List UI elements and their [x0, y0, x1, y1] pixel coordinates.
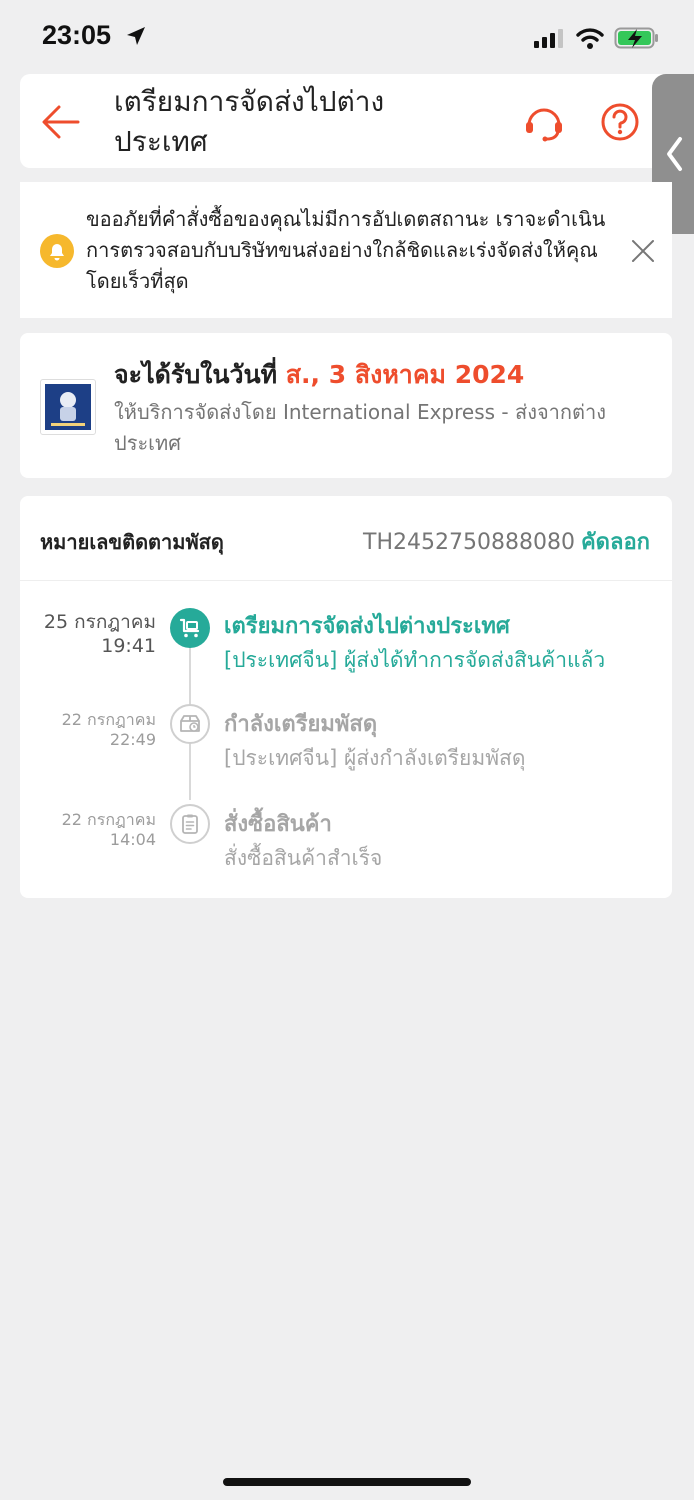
- notice-message: ขออภัยที่คำสั่งซื้อของคุณไม่มีการอัปเดตส…: [86, 207, 606, 293]
- delivery-date: ส., 3 สิงหาคม 2024: [285, 360, 525, 389]
- tracking-card: หมายเลขติดตามพัสดุ TH2452750888080 คัดลอก…: [20, 496, 672, 898]
- event-date: 25 กรกฎาคม: [43, 611, 156, 633]
- event-datetime: 25 กรกฎาคม 19:41: [44, 610, 156, 658]
- copy-button[interactable]: คัดลอก: [581, 530, 650, 555]
- event-date: 22 กรกฎาคม: [61, 810, 156, 829]
- shipping-service-text: ให้บริการจัดส่งโดย International Express…: [114, 400, 607, 455]
- chevron-left-icon: [667, 137, 682, 171]
- question-circle-icon: [601, 103, 639, 141]
- status-indicators: [534, 26, 660, 50]
- cart-icon: [170, 608, 210, 648]
- tracking-number-label: หมายเลขติดตามพัสดุ: [40, 530, 224, 554]
- event-time: 14:04: [109, 830, 156, 849]
- package-clock-icon: [170, 704, 210, 744]
- delivery-label: จะได้รับในวันที่: [114, 360, 286, 389]
- wifi-icon: [576, 28, 604, 49]
- event-description: [ประเทศจีน] ผู้ส่งได้ทำการจัดส่งสินค้าแล…: [224, 648, 606, 672]
- status-bar: 23:05: [0, 0, 694, 74]
- home-indicator[interactable]: [223, 1478, 471, 1486]
- close-notice-button[interactable]: [630, 238, 656, 264]
- event-title: สั่งซื้อสินค้า: [224, 812, 332, 837]
- header-bar: เตรียมการจัดส่งไปต่างประเทศ: [20, 74, 672, 168]
- delivery-date-line: จะได้รับในวันที่ ส., 3 สิงหาคม 2024: [114, 355, 524, 395]
- event-datetime: 22 กรกฎาคม 14:04: [62, 810, 156, 850]
- event-title: กำลังเตรียมพัสดุ: [224, 712, 378, 737]
- delivery-estimate-card: จะได้รับในวันที่ ส., 3 สิงหาคม 2024 ให้บ…: [20, 333, 672, 478]
- status-notice-banner: ขออภัยที่คำสั่งซื้อของคุณไม่มีการอัปเดตส…: [20, 182, 672, 318]
- cellular-signal-icon: [534, 29, 563, 48]
- help-button[interactable]: [598, 100, 642, 144]
- close-icon: [632, 240, 654, 262]
- battery-charging-icon: [614, 27, 658, 49]
- event-description: [ประเทศจีน] ผู้ส่งกำลังเตรียมพัสดุ: [224, 746, 526, 770]
- status-time: 23:05: [42, 20, 112, 50]
- bell-icon: [40, 234, 74, 268]
- customer-support-button[interactable]: [522, 100, 566, 144]
- location-arrow-icon: [124, 24, 148, 52]
- event-date: 22 กรกฎาคม: [61, 710, 156, 729]
- event-time: 19:41: [101, 635, 156, 657]
- tracking-number: TH2452750888080: [363, 530, 575, 555]
- page-title: เตรียมการจัดส่งไปต่างประเทศ: [114, 85, 385, 158]
- product-thumbnail[interactable]: [40, 379, 96, 435]
- event-title: เตรียมการจัดส่งไปต่างประเทศ: [224, 614, 510, 639]
- event-description: สั่งซื้อสินค้าสำเร็จ: [224, 846, 383, 870]
- back-button[interactable]: [40, 102, 82, 142]
- headset-icon: [526, 108, 562, 142]
- divider: [20, 580, 672, 581]
- tracking-number-row: TH2452750888080 คัดลอก: [363, 524, 650, 559]
- back-arrow-icon: [42, 105, 80, 139]
- clipboard-icon: [170, 804, 210, 844]
- event-datetime: 22 กรกฎาคม 22:49: [62, 710, 156, 750]
- event-time: 22:49: [109, 730, 156, 749]
